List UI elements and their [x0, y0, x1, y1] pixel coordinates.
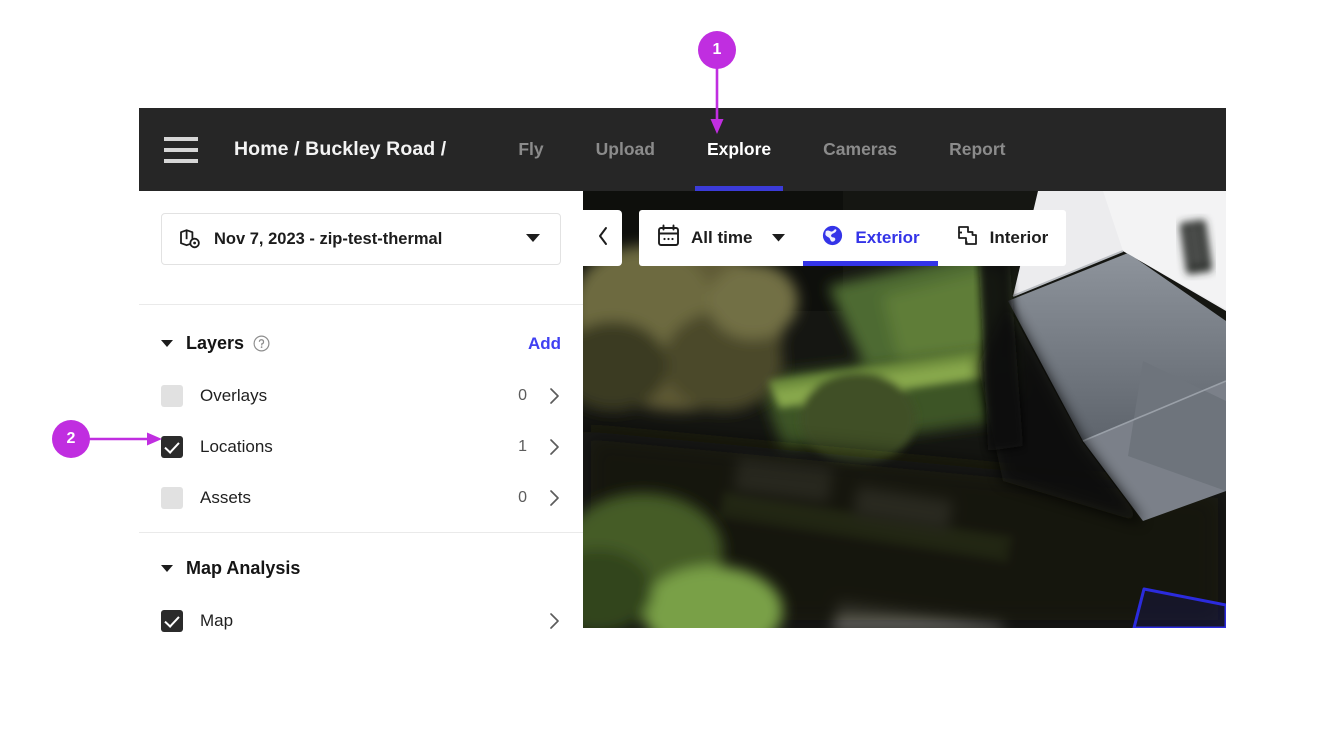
callout-badge-2-number: 2	[66, 430, 76, 447]
tab-report[interactable]: Report	[923, 108, 1031, 191]
layer-label-locations: Locations	[200, 437, 273, 456]
layer-count-assets: 0	[518, 489, 527, 506]
tab-fly-label: Fly	[518, 139, 544, 159]
chevron-right-icon[interactable]	[549, 438, 561, 456]
globe-icon	[821, 224, 844, 252]
screenshot-root: Home / Buckley Road / Fly Upload Explore…	[0, 0, 1342, 732]
calendar-icon	[657, 224, 680, 252]
layer-row-overlays[interactable]: Overlays 0	[161, 379, 561, 413]
time-filter-button[interactable]: All time	[639, 210, 803, 266]
caret-down-icon	[161, 565, 173, 572]
view-mode-interior[interactable]: Interior	[938, 210, 1067, 266]
checkbox-overlays[interactable]	[161, 385, 183, 407]
section-header-layers[interactable]: Layers Add	[161, 333, 561, 354]
section-title-map-analysis: Map Analysis	[186, 558, 301, 578]
app-body: Nov 7, 2023 - zip-test-thermal Layers Ad…	[139, 191, 1226, 632]
nav-tabs: Fly Upload Explore Cameras Report	[492, 108, 1031, 191]
callout-badge-2: 2	[52, 420, 90, 458]
checkbox-assets[interactable]	[161, 487, 183, 509]
tab-fly[interactable]: Fly	[492, 108, 569, 191]
layer-count-overlays: 0	[518, 387, 527, 404]
section-header-map-analysis[interactable]: Map Analysis	[161, 558, 561, 579]
map-pin-icon	[178, 227, 202, 251]
tab-cameras[interactable]: Cameras	[797, 108, 923, 191]
layer-label-overlays: Overlays	[200, 386, 268, 405]
tab-report-label: Report	[949, 139, 1006, 159]
view-mode-exterior[interactable]: Exterior	[803, 210, 938, 266]
layer-label-map: Map	[200, 611, 234, 630]
callout-badge-1-number: 1	[712, 41, 722, 58]
callout-2-arrow	[88, 432, 162, 446]
layer-count-locations: 1	[518, 438, 527, 455]
section-title-layers: Layers	[186, 333, 245, 353]
map-viewer-pane[interactable]: All time Exterior Interior	[583, 191, 1226, 628]
tab-cameras-label: Cameras	[823, 139, 898, 159]
chevron-right-icon[interactable]	[549, 489, 561, 507]
layer-label-assets: Assets	[200, 488, 252, 507]
hamburger-icon[interactable]	[164, 136, 198, 163]
chevron-left-icon	[597, 226, 609, 251]
collapse-sidebar-button[interactable]	[583, 210, 622, 266]
add-layer-button[interactable]: Add	[528, 334, 561, 354]
caret-down-icon	[161, 340, 173, 347]
sidebar-divider-1	[139, 304, 583, 305]
breadcrumb[interactable]: Home / Buckley Road /	[234, 138, 446, 161]
chevron-right-icon[interactable]	[549, 387, 561, 405]
top-navigation-bar: Home / Buckley Road / Fly Upload Explore…	[139, 108, 1226, 191]
tab-explore-label: Explore	[706, 139, 772, 159]
sidebar-divider-2	[139, 532, 583, 533]
viewer-toolbar: All time Exterior Interior	[639, 210, 1067, 266]
help-circle-icon[interactable]	[253, 335, 270, 352]
dataset-selector[interactable]: Nov 7, 2023 - zip-test-thermal	[161, 213, 561, 265]
floorplan-icon	[956, 224, 979, 252]
callout-badge-1: 1	[698, 31, 736, 69]
checkbox-map[interactable]	[161, 610, 183, 632]
app-window: Home / Buckley Road / Fly Upload Explore…	[139, 108, 1226, 632]
layer-row-locations[interactable]: Locations 1	[161, 430, 561, 464]
left-sidebar: Nov 7, 2023 - zip-test-thermal Layers Ad…	[139, 191, 583, 632]
tab-upload[interactable]: Upload	[570, 108, 681, 191]
layer-row-map[interactable]: Map	[161, 604, 561, 638]
view-mode-exterior-label: Exterior	[855, 228, 920, 247]
layer-row-assets[interactable]: Assets 0	[161, 481, 561, 515]
view-mode-interior-label: Interior	[989, 228, 1049, 247]
chevron-down-icon	[526, 230, 540, 248]
chevron-right-icon[interactable]	[549, 612, 561, 630]
tab-explore[interactable]: Explore	[681, 108, 797, 191]
dataset-selector-value: Nov 7, 2023 - zip-test-thermal	[214, 229, 443, 248]
tab-upload-label: Upload	[595, 139, 655, 159]
time-filter-label: All time	[691, 228, 753, 247]
chevron-down-icon	[772, 229, 786, 247]
callout-1-arrow	[710, 64, 724, 134]
